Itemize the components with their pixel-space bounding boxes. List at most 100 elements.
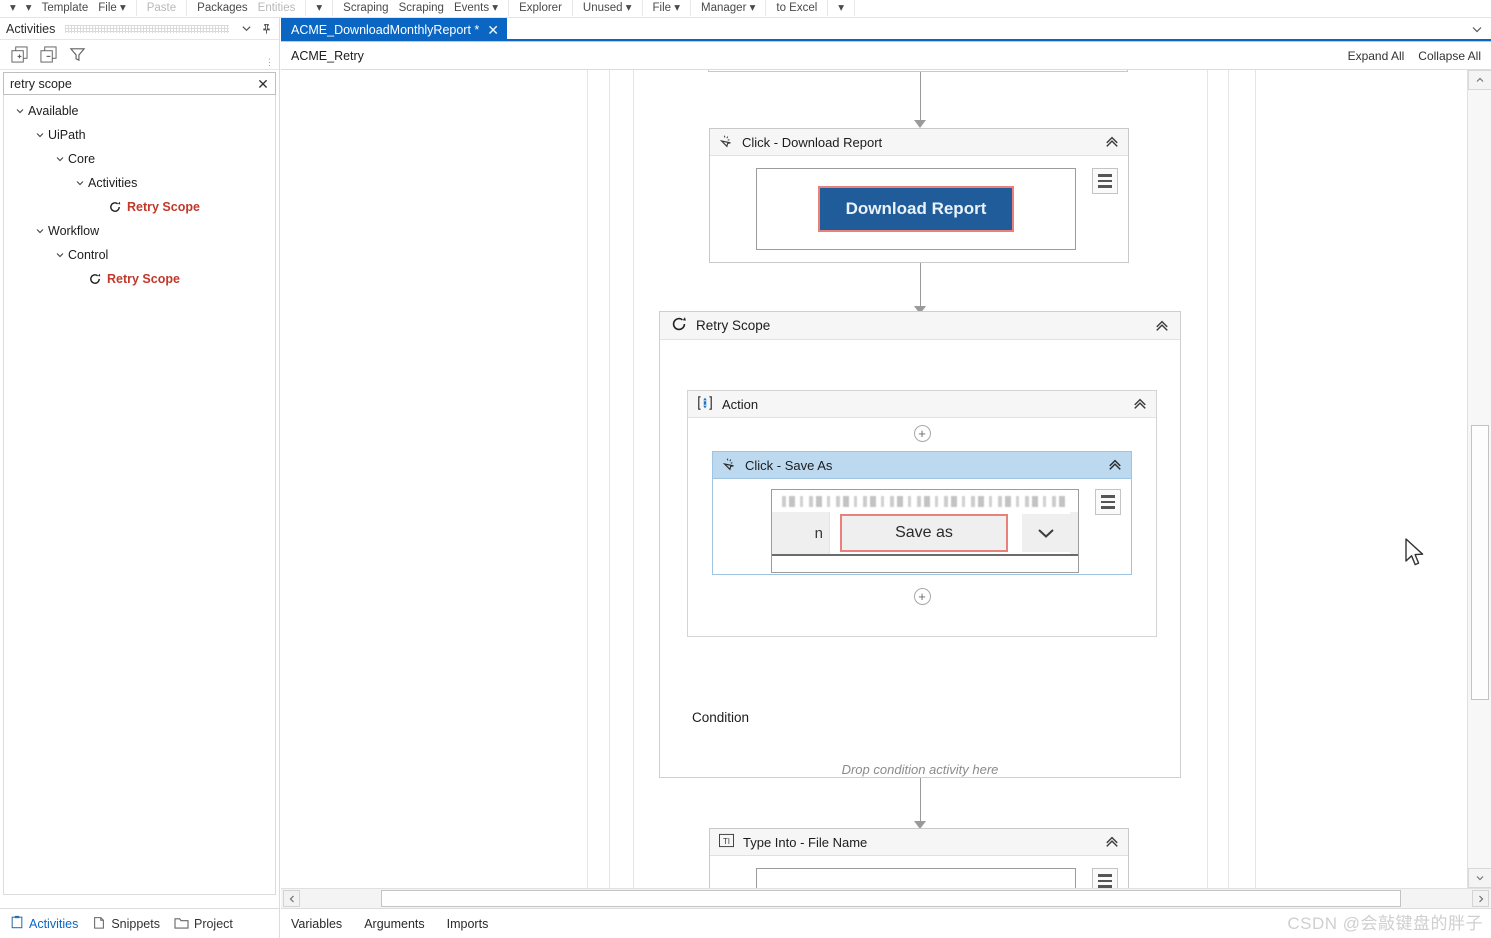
horizontal-scroll-thumb[interactable] bbox=[381, 890, 1401, 907]
chevron-down-icon[interactable] bbox=[1022, 514, 1070, 552]
close-icon[interactable]: ✕ bbox=[487, 23, 499, 37]
ribbon-item[interactable]: Explorer bbox=[519, 2, 562, 16]
dialog-right-fragment bbox=[1070, 512, 1078, 554]
tree-node-label: Core bbox=[68, 152, 96, 166]
add-activity-button-bottom[interactable]: + bbox=[913, 588, 931, 605]
informative-screenshot[interactable]: Download Report bbox=[756, 168, 1076, 250]
ribbon-group: to Excel bbox=[766, 0, 829, 16]
chevron-down-icon[interactable] bbox=[32, 130, 48, 140]
save-as-target-button[interactable]: Save as bbox=[840, 514, 1008, 552]
panel-resize-grip[interactable]: ⋮ bbox=[265, 58, 274, 67]
activities-tree: Available UiPath Core Activities Retry Scope… bbox=[3, 95, 276, 895]
chevron-down-icon[interactable] bbox=[12, 106, 28, 116]
collapse-icon[interactable] bbox=[1154, 319, 1170, 333]
ribbon-item[interactable]: Template bbox=[42, 2, 89, 16]
bottom-tab-variables[interactable]: Variables bbox=[291, 917, 342, 931]
chevron-down-icon[interactable] bbox=[1463, 18, 1491, 41]
vertical-scroll-thumb[interactable] bbox=[1471, 425, 1489, 700]
activity-tree-group[interactable]: Control bbox=[4, 243, 275, 267]
activity-header[interactable]: Action bbox=[688, 391, 1156, 418]
ribbon-item[interactable]: ▾ bbox=[316, 0, 322, 16]
activity-tree-group[interactable]: Core bbox=[4, 147, 275, 171]
left-tab-label: Snippets bbox=[111, 916, 160, 931]
ribbon-item[interactable]: File ▾ bbox=[98, 0, 126, 16]
ribbon-item[interactable]: ▾ bbox=[10, 0, 16, 16]
retry-circular-arrow-icon bbox=[670, 315, 688, 336]
expand-all-icon[interactable] bbox=[10, 45, 29, 64]
ribbon-item[interactable]: Manager ▾ bbox=[701, 0, 755, 16]
retry-circular-arrow-icon bbox=[108, 200, 122, 214]
activity-menu-icon[interactable] bbox=[1095, 489, 1121, 515]
activity-click-save-as[interactable]: Click - Save As n Save as bbox=[712, 451, 1132, 575]
activity-header[interactable]: Click - Save As bbox=[713, 452, 1131, 479]
activity-retry-scope[interactable]: Retry Scope Action + Click - Save As n S… bbox=[659, 311, 1181, 778]
ribbon-item[interactable]: Events ▾ bbox=[454, 0, 498, 16]
ribbon-group: ▾ bbox=[828, 0, 856, 16]
activity-click-download-report[interactable]: Click - Download Report Download Report bbox=[709, 128, 1129, 263]
add-activity-button-top[interactable]: + bbox=[913, 425, 931, 442]
activity-menu-icon[interactable] bbox=[1092, 168, 1118, 194]
ribbon-item[interactable]: Packages bbox=[197, 2, 248, 16]
activity-tree-group[interactable]: Workflow bbox=[4, 219, 275, 243]
ribbon-item[interactable]: ▾ bbox=[838, 0, 844, 16]
ribbon-item[interactable]: to Excel bbox=[776, 2, 817, 16]
activity-tree-group[interactable]: UiPath bbox=[4, 123, 275, 147]
clear-search-icon[interactable]: ✕ bbox=[251, 77, 275, 91]
filter-icon[interactable] bbox=[68, 45, 87, 64]
ribbon-group: File ▾ bbox=[643, 0, 692, 16]
condition-drop-placeholder[interactable]: Drop condition activity here bbox=[660, 762, 1180, 777]
scroll-down-button[interactable] bbox=[1468, 868, 1491, 888]
left-tab-project[interactable]: Project bbox=[174, 916, 233, 932]
expand-all-link[interactable]: Expand All bbox=[1348, 49, 1405, 63]
activity-header[interactable]: TI Type Into - File Name bbox=[710, 829, 1128, 856]
search-input[interactable]: retry scope ✕ bbox=[3, 72, 276, 95]
tab-acme-downloadmonthlyreport[interactable]: ACME_DownloadMonthlyReport * ✕ bbox=[281, 18, 508, 41]
chevron-down-icon[interactable] bbox=[32, 226, 48, 236]
ribbon-item[interactable]: Scraping bbox=[399, 2, 444, 16]
bottom-tab-imports[interactable]: Imports bbox=[447, 917, 489, 931]
informative-screenshot-field[interactable] bbox=[756, 868, 1076, 888]
activity-tree-leaf[interactable]: Retry Scope bbox=[4, 195, 275, 219]
activity-header[interactable]: Click - Download Report bbox=[710, 129, 1128, 156]
chevron-down-icon[interactable] bbox=[72, 178, 88, 188]
ribbon-item[interactable]: Unused ▾ bbox=[583, 0, 632, 16]
left-tab-label: Project bbox=[193, 916, 233, 931]
collapse-icon[interactable] bbox=[1104, 135, 1120, 149]
activity-type-into-file-name[interactable]: TI Type Into - File Name bbox=[709, 828, 1129, 888]
collapse-icon[interactable] bbox=[1104, 835, 1120, 849]
ribbon-group: Paste bbox=[137, 0, 188, 16]
chevron-down-icon[interactable] bbox=[52, 154, 68, 164]
canvas-vertical-scrollbar[interactable] bbox=[1467, 70, 1491, 888]
ribbon-item[interactable]: Entities bbox=[258, 2, 296, 16]
ribbon-item[interactable]: Paste bbox=[147, 2, 176, 16]
activity-tree-leaf[interactable]: Retry Scope bbox=[4, 267, 275, 291]
activity-header[interactable]: Retry Scope bbox=[660, 312, 1180, 340]
ribbon-item[interactable]: Scraping bbox=[343, 2, 388, 16]
collapse-all-link[interactable]: Collapse All bbox=[1418, 49, 1481, 63]
activity-tree-group[interactable]: Available bbox=[4, 99, 275, 123]
ribbon-item[interactable]: File ▾ bbox=[653, 0, 681, 16]
informative-screenshot[interactable]: n Save as bbox=[771, 489, 1079, 573]
scroll-left-button[interactable] bbox=[283, 890, 300, 907]
left-tab-snippets[interactable]: Snippets bbox=[92, 915, 160, 932]
chevron-down-icon[interactable] bbox=[239, 22, 253, 36]
download-report-button[interactable]: Download Report bbox=[817, 186, 1015, 232]
ribbon-item[interactable]: ▾ bbox=[26, 0, 32, 16]
workflow-canvas[interactable]: Click - Download Report Download Report bbox=[281, 70, 1467, 888]
scroll-up-button[interactable] bbox=[1468, 70, 1491, 90]
bottom-tab-arguments[interactable]: Arguments bbox=[364, 917, 424, 931]
collapse-icon[interactable] bbox=[1132, 397, 1148, 411]
breadcrumb-item[interactable]: ACME_Retry bbox=[291, 49, 364, 63]
scroll-right-button[interactable] bbox=[1472, 890, 1489, 907]
chevron-down-icon[interactable] bbox=[52, 250, 68, 260]
activity-card-clipped-above[interactable] bbox=[708, 70, 1128, 72]
activity-action-container[interactable]: Action + Click - Save As n Save as + bbox=[687, 390, 1157, 637]
canvas-horizontal-scrollbar[interactable] bbox=[281, 888, 1491, 908]
collapse-all-icon[interactable] bbox=[39, 45, 58, 64]
activity-tree-group[interactable]: Activities bbox=[4, 171, 275, 195]
tab-strip-spacer bbox=[507, 18, 1463, 41]
activity-menu-icon[interactable] bbox=[1092, 868, 1118, 888]
collapse-icon[interactable] bbox=[1107, 458, 1123, 472]
pin-icon[interactable] bbox=[259, 22, 273, 36]
left-tab-activities[interactable]: Activities bbox=[10, 915, 78, 932]
